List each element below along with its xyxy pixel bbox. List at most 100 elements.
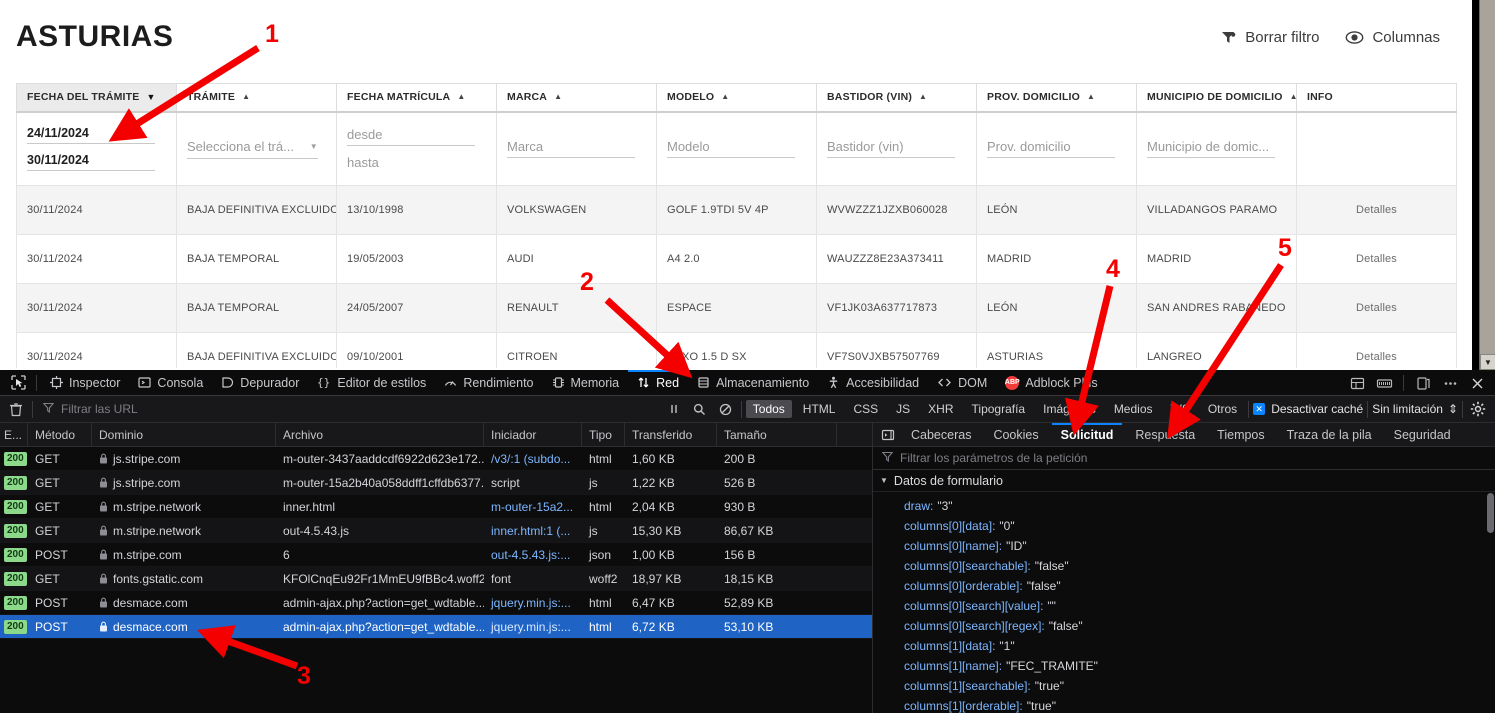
request-initiator[interactable]: font	[484, 567, 582, 590]
sort-asc-icon[interactable]: ▲	[1290, 93, 1296, 101]
sort-asc-icon[interactable]: ▲	[919, 93, 927, 101]
dock-side-icon[interactable]	[1411, 372, 1435, 394]
trash-icon[interactable]	[0, 396, 32, 422]
detail-tab-cabeceras[interactable]: Cabeceras	[900, 423, 982, 447]
sort-asc-icon[interactable]: ▲	[721, 93, 729, 101]
detail-scrollbar-thumb[interactable]	[1487, 493, 1494, 533]
sort-desc-icon[interactable]: ▼	[146, 92, 155, 102]
col-method[interactable]: Método	[28, 423, 92, 446]
type-filter-ws[interactable]: WS	[1164, 400, 1197, 418]
table-row[interactable]: 30/11/2024 BAJA TEMPORAL 24/05/2007 RENA…	[16, 283, 1457, 333]
filter-fecha-tramite-desde[interactable]: 24/11/2024	[27, 126, 155, 145]
detail-tab-tiempos[interactable]: Tiempos	[1206, 423, 1275, 447]
tab-memoria[interactable]: Memoria	[543, 370, 629, 396]
col-transferred[interactable]: Transferido	[625, 423, 717, 446]
form-param[interactable]: columns[1][searchable]: "true"	[873, 676, 1495, 696]
table-row[interactable]: 30/11/2024 BAJA DEFINITIVA EXCLUIDO 09/1…	[16, 332, 1457, 368]
throttling-select[interactable]: Sin limitación ⇕	[1372, 402, 1458, 416]
columnas-button[interactable]: Columnas	[1345, 29, 1440, 46]
search-icon[interactable]	[689, 398, 711, 420]
request-initiator[interactable]: inner.html:1 (...	[484, 519, 582, 542]
form-data-section-header[interactable]: ▼ Datos de formulario	[873, 470, 1495, 492]
type-filter-todos[interactable]: Todos	[745, 400, 792, 418]
form-param[interactable]: columns[0][orderable]: "false"	[873, 576, 1495, 596]
column-header-municipio[interactable]: MUNICIPIO DE DOMICILIO ▲	[1136, 83, 1297, 113]
tab-accesibilidad[interactable]: Accesibilidad	[818, 370, 928, 396]
url-filter-input[interactable]: Filtrar las URL	[33, 402, 633, 416]
detalles-link[interactable]: Detalles	[1356, 351, 1397, 363]
type-filter-css[interactable]: CSS	[846, 400, 885, 418]
detail-tab-traza-de-la-pila[interactable]: Traza de la pila	[1276, 423, 1383, 447]
param-filter-input[interactable]: Filtrar los parámetros de la petición	[873, 447, 1495, 470]
request-initiator[interactable]: script	[484, 471, 582, 494]
column-header-marca[interactable]: MARCA ▲	[496, 83, 657, 113]
form-param[interactable]: columns[1][orderable]: "true"	[873, 696, 1495, 713]
request-initiator[interactable]: jquery.min.js:...	[484, 615, 582, 638]
request-row[interactable]: 200 GET js.stripe.com m-outer-15a2b40a05…	[0, 471, 872, 495]
type-filter-otros[interactable]: Otros	[1201, 400, 1244, 418]
expand-pane-icon[interactable]	[876, 424, 900, 446]
responsive-design-icon[interactable]	[1372, 372, 1396, 394]
detail-tab-solicitud[interactable]: Solicitud	[1050, 423, 1125, 447]
type-filter-js[interactable]: JS	[889, 400, 917, 418]
sort-asc-icon[interactable]: ▲	[554, 93, 562, 101]
filter-municipio-input[interactable]: Municipio de domic...	[1147, 139, 1275, 159]
tab-depurador[interactable]: Depurador	[212, 370, 308, 396]
form-param[interactable]: draw: "3"	[873, 496, 1495, 516]
sort-asc-icon[interactable]: ▲	[457, 93, 465, 101]
request-initiator[interactable]: out-4.5.43.js:...	[484, 543, 582, 566]
filter-prov-domicilio-input[interactable]: Prov. domicilio	[987, 139, 1115, 159]
column-header-tramite[interactable]: TRÁMITE ▲	[176, 83, 337, 113]
col-type[interactable]: Tipo	[582, 423, 625, 446]
scroll-down-arrow-icon[interactable]: ▼	[1480, 354, 1495, 370]
tab-rendimiento[interactable]: Rendimiento	[435, 370, 542, 396]
col-initiator[interactable]: Iniciador	[484, 423, 582, 446]
request-row-selected[interactable]: 200 POST desmace.com admin-ajax.php?acti…	[0, 615, 872, 639]
detail-tab-cookies[interactable]: Cookies	[982, 423, 1049, 447]
table-row[interactable]: 30/11/2024 BAJA TEMPORAL 19/05/2003 AUDI…	[16, 234, 1457, 284]
tab-dom[interactable]: DOM	[928, 370, 996, 396]
type-filter-xhr[interactable]: XHR	[921, 400, 960, 418]
column-header-fecha-matricula[interactable]: FECHA MATRÍCULA ▲	[336, 83, 497, 113]
column-header-prov-domicilio[interactable]: PROV. DOMICILIO ▲	[976, 83, 1137, 113]
type-filter-imagenes[interactable]: Imágenes	[1036, 400, 1103, 418]
element-picker-icon[interactable]	[4, 371, 32, 395]
split-console-icon[interactable]	[1345, 372, 1369, 394]
request-row[interactable]: 200 GET js.stripe.com m-outer-3437aaddcd…	[0, 447, 872, 471]
column-header-fecha-tramite[interactable]: FECHA DEL TRÁMITE ▼	[16, 83, 177, 113]
form-param[interactable]: columns[0][searchable]: "false"	[873, 556, 1495, 576]
request-row[interactable]: 200 POST m.stripe.com 6 out-4.5.43.js:..…	[0, 543, 872, 567]
column-header-modelo[interactable]: MODELO ▲	[656, 83, 817, 113]
form-param[interactable]: columns[1][name]: "FEC_TRAMITE"	[873, 656, 1495, 676]
filter-tramite-select[interactable]: Selecciona el trá... ▼	[187, 139, 318, 159]
type-filter-medios[interactable]: Medios	[1107, 400, 1160, 418]
detalles-link[interactable]: Detalles	[1356, 302, 1397, 314]
type-filter-tipografia[interactable]: Tipografía	[965, 400, 1033, 418]
filter-fecha-tramite-hasta[interactable]: 30/11/2024	[27, 153, 155, 172]
form-param[interactable]: columns[0][name]: "ID"	[873, 536, 1495, 556]
detail-tab-seguridad[interactable]: Seguridad	[1383, 423, 1462, 447]
filter-fecha-matricula-hasta[interactable]: hasta	[347, 155, 475, 170]
gear-icon[interactable]	[1467, 398, 1489, 420]
col-file[interactable]: Archivo	[276, 423, 484, 446]
col-size[interactable]: Tamaño	[717, 423, 837, 446]
sort-asc-icon[interactable]: ▲	[1087, 93, 1095, 101]
tab-almacenamiento[interactable]: Almacenamiento	[688, 370, 818, 396]
borrar-filtro-button[interactable]: Borrar filtro	[1220, 29, 1319, 46]
column-header-bastidor[interactable]: BASTIDOR (VIN) ▲	[816, 83, 977, 113]
detail-tab-respuesta[interactable]: Respuesta	[1124, 423, 1206, 447]
more-options-icon[interactable]	[1438, 372, 1462, 394]
detalles-link[interactable]: Detalles	[1356, 204, 1397, 216]
close-devtools-icon[interactable]	[1465, 372, 1489, 394]
request-row[interactable]: 200 GET m.stripe.network inner.html m-ou…	[0, 495, 872, 519]
request-initiator[interactable]: /v3/:1 (subdo...	[484, 447, 582, 470]
form-param[interactable]: columns[0][search][regex]: "false"	[873, 616, 1495, 636]
type-filter-html[interactable]: HTML	[796, 400, 843, 418]
pause-icon[interactable]	[663, 398, 685, 420]
request-row[interactable]: 200 POST desmace.com admin-ajax.php?acti…	[0, 591, 872, 615]
request-row[interactable]: 200 GET fonts.gstatic.com KFOlCnqEu92Fr1…	[0, 567, 872, 591]
sort-asc-icon[interactable]: ▲	[242, 93, 250, 101]
table-row[interactable]: 30/11/2024 BAJA DEFINITIVA EXCLUIDO... 1…	[16, 185, 1457, 235]
form-param[interactable]: columns[0][data]: "0"	[873, 516, 1495, 536]
request-initiator[interactable]: m-outer-15a2...	[484, 495, 582, 518]
